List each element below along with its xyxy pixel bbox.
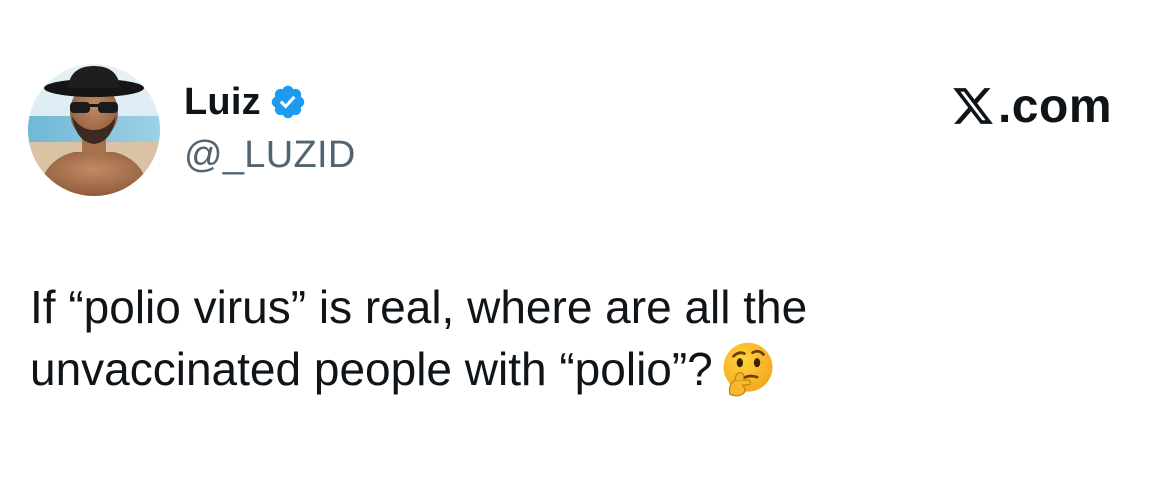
avatar[interactable] bbox=[28, 64, 160, 196]
watermark-domain-suffix: .com bbox=[997, 79, 1112, 133]
x-com-watermark: .com bbox=[950, 79, 1112, 133]
tweet-text: If “polio virus” is real, where are all … bbox=[30, 276, 1130, 402]
verified-badge-icon bbox=[271, 85, 305, 119]
tweet-card: Luiz @_LUZID .com If “polio virus” is re… bbox=[0, 0, 1170, 477]
tweet-text-line-2: unvaccinated people with “polio”? bbox=[30, 338, 1130, 402]
tweet-text-line-1: If “polio virus” is real, where are all … bbox=[30, 281, 808, 333]
author-handle[interactable]: @_LUZID bbox=[184, 134, 356, 177]
x-logo-icon bbox=[953, 88, 993, 124]
display-name[interactable]: Luiz bbox=[184, 81, 261, 124]
tweet-text-line-2-content: unvaccinated people with “polio”? bbox=[30, 343, 713, 395]
author-name-row[interactable]: Luiz bbox=[184, 80, 307, 124]
thinking-face-icon bbox=[723, 342, 773, 397]
avatar-photo-icon bbox=[28, 64, 160, 196]
